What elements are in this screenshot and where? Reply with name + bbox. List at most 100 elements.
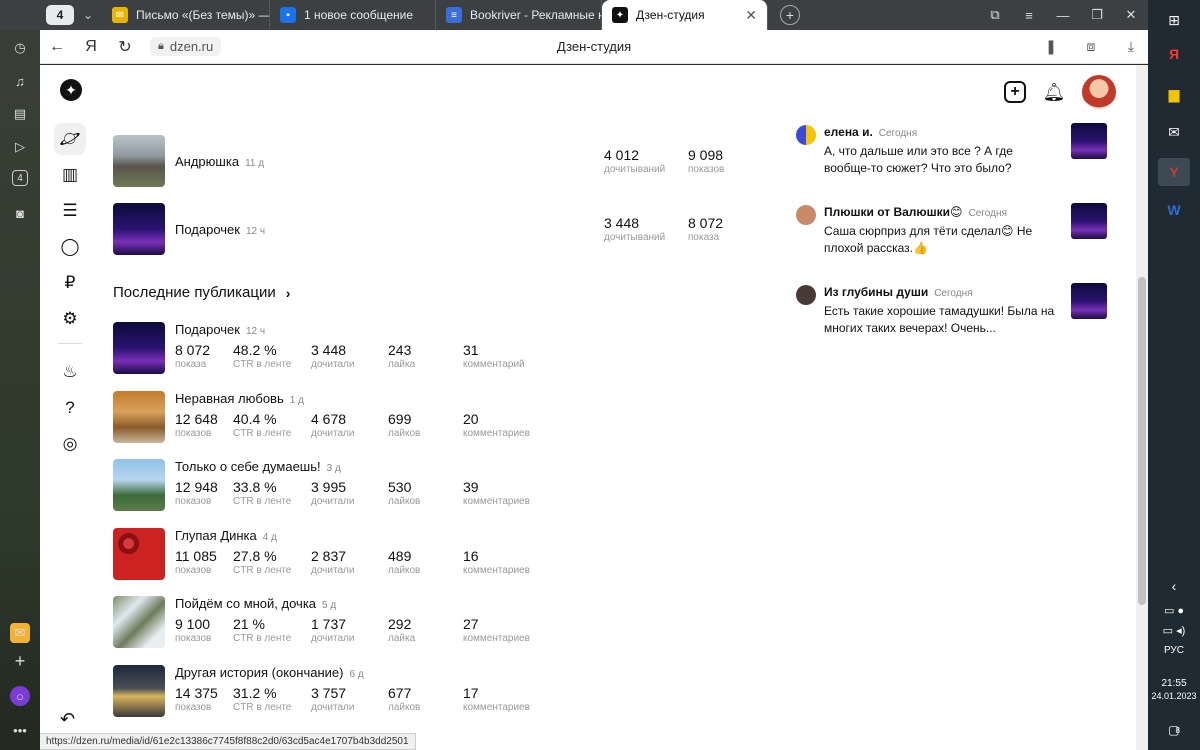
likes-label: лайков bbox=[388, 496, 421, 507]
collections-icon[interactable]: ⧉ bbox=[978, 7, 1012, 23]
publication-row[interactable]: Глупая Динка 4 д 11 085 показов 27.8 % CTR в … bbox=[113, 527, 633, 586]
play-icon[interactable]: ▷ bbox=[10, 137, 30, 157]
likes-value: 243 bbox=[388, 342, 412, 358]
views-value: 9 098 bbox=[688, 147, 724, 163]
tab-mail[interactable]: ✉ Письмо «(Без темы)» — M bbox=[102, 0, 270, 30]
comments-stat: 17 комментариев bbox=[463, 685, 530, 713]
dzen-logo-icon[interactable]: ✦ bbox=[60, 79, 82, 101]
comments-icon[interactable]: ◯ bbox=[54, 231, 86, 263]
publication-row[interactable]: Неравная любовь 1 д 12 648 показов 40.4 % CTR… bbox=[113, 390, 633, 449]
reads-stat: 1 737 дочитали bbox=[311, 616, 354, 644]
publication-title-text: Пойдём со мной, дочка bbox=[175, 596, 317, 611]
browser-sidebar: ◷ ♫ ▤ ▷ 4 ◙ ✉ + ○ ••• bbox=[0, 0, 40, 750]
comments-value: 31 bbox=[463, 342, 479, 358]
views-label: показов bbox=[175, 427, 212, 439]
comments-label: комментариев bbox=[463, 496, 530, 507]
mail-icon[interactable]: ✉ bbox=[1158, 118, 1190, 146]
close-window-icon[interactable]: ✕ bbox=[1114, 7, 1148, 23]
views-stat: 14 375 показов bbox=[175, 685, 218, 713]
page-scrollbar[interactable] bbox=[1136, 65, 1148, 750]
history-icon[interactable]: ◷ bbox=[10, 38, 30, 58]
fire-icon[interactable]: ♨ bbox=[54, 356, 86, 388]
views-stat: 8 072 показа bbox=[175, 342, 210, 370]
notifications-bell-icon[interactable]: 🔔︎ bbox=[1042, 80, 1066, 104]
stats-icon[interactable]: ▥ bbox=[54, 159, 86, 191]
publication-thumbnail bbox=[113, 322, 165, 374]
reload-icon[interactable]: ↻ bbox=[108, 37, 142, 57]
publication-thumbnail bbox=[113, 390, 165, 443]
minimize-icon[interactable]: — bbox=[1046, 8, 1080, 23]
new-tab-button[interactable]: + bbox=[780, 5, 800, 25]
publication-row[interactable]: Подарочек 12 ч 8 072 показа 48.2 % CTR в лент… bbox=[113, 322, 633, 380]
views-stat: 9 100 показов bbox=[175, 616, 211, 644]
studio-sidebar: 🪐︎ ▥ ☰ ◯ ₽ ⚙ ♨ ? ◎ bbox=[54, 123, 86, 464]
scrollbar-thumb[interactable] bbox=[1138, 277, 1146, 605]
menu-icon[interactable]: ≡ bbox=[1012, 8, 1046, 23]
views-label: показа bbox=[688, 232, 720, 243]
screenshot-icon[interactable]: ◙ bbox=[10, 203, 30, 223]
restore-icon[interactable]: ❐ bbox=[1080, 7, 1114, 23]
tab-bookriver[interactable]: ≡ Bookriver - Рекламные ка bbox=[436, 0, 602, 30]
publication-row[interactable]: Другая история (окончание) 6 д 14 375 показ… bbox=[113, 664, 633, 723]
comment-publication-thumbnail[interactable] bbox=[1071, 203, 1107, 239]
clock-date[interactable]: 24.01.2023 bbox=[1148, 691, 1200, 701]
views-value: 11 085 bbox=[175, 547, 217, 564]
undo-icon[interactable]: ↶ bbox=[60, 709, 75, 730]
file-explorer-icon[interactable]: ▆ bbox=[1158, 80, 1190, 108]
ruble-icon[interactable]: ₽ bbox=[54, 267, 86, 299]
chat-icon[interactable]: ◎ bbox=[54, 428, 86, 460]
close-tab-icon[interactable]: ✕ bbox=[735, 7, 757, 24]
create-publication-button[interactable]: + bbox=[1004, 81, 1026, 103]
yandex-app-icon[interactable]: Y bbox=[1158, 158, 1190, 186]
chevron-down-icon[interactable]: ⌄ bbox=[78, 5, 98, 25]
help-icon[interactable]: ? bbox=[54, 392, 86, 424]
settings-gear-icon[interactable]: ⚙ bbox=[54, 303, 86, 335]
publication-title: Пойдём со мной, дочка 5 д bbox=[175, 596, 336, 611]
likes-value: 677 bbox=[388, 684, 412, 701]
tab-count-button[interactable]: 4 bbox=[46, 5, 74, 25]
views-label: показов bbox=[175, 496, 212, 507]
word-icon[interactable]: W bbox=[1158, 196, 1190, 224]
comment-publication-thumbnail[interactable] bbox=[1071, 283, 1107, 319]
comments-value: 20 bbox=[463, 410, 479, 427]
planet-icon[interactable]: 🪐︎ bbox=[54, 123, 86, 155]
url-field[interactable]: 🔒︎ dzen.ru bbox=[150, 37, 222, 56]
clock-time[interactable]: 21:55 bbox=[1148, 678, 1200, 689]
download-icon[interactable]: ⤓ bbox=[1114, 38, 1148, 55]
mail-app-icon[interactable]: ✉ bbox=[10, 623, 30, 643]
publication-thumbnail bbox=[113, 459, 165, 511]
extensions-icon[interactable]: ⧈ bbox=[1074, 38, 1108, 55]
comments-value: 16 bbox=[463, 547, 479, 564]
more-icon[interactable]: ••• bbox=[10, 720, 30, 740]
header-actions: + 🔔︎ bbox=[1004, 75, 1116, 109]
recent-publications-heading[interactable]: Последние публикации › bbox=[113, 284, 290, 301]
reads-label: дочитываний bbox=[604, 232, 666, 243]
bookmark-icon[interactable]: ❚ bbox=[1034, 38, 1068, 55]
yandex-icon[interactable]: Я bbox=[74, 38, 108, 56]
tab-dzen-studio[interactable]: ✦ Дзен-студия ✕ bbox=[602, 0, 768, 30]
publication-row[interactable]: Пойдём со мной, дочка 5 д 9 100 показов 21 %… bbox=[113, 596, 633, 654]
publications-icon[interactable]: ☰ bbox=[54, 195, 86, 227]
notification-center-icon[interactable]: ▢ 8 bbox=[1158, 716, 1190, 744]
bell-icon[interactable]: ♫ bbox=[10, 71, 30, 91]
add-panel-icon[interactable]: + bbox=[10, 651, 30, 671]
publication-row[interactable]: Только о себе думаешь! 3 д 12 948 показов 33… bbox=[113, 459, 633, 517]
reads-value: 4 012 bbox=[604, 147, 640, 163]
windows-start-icon[interactable]: ⊞ bbox=[1158, 6, 1190, 34]
alice-icon[interactable]: ○ bbox=[10, 686, 30, 706]
notes-icon[interactable]: ▤ bbox=[10, 104, 30, 124]
user-avatar[interactable] bbox=[1082, 75, 1116, 109]
reads-stat: 3 448 дочитываний bbox=[604, 215, 665, 243]
network-volume-icon[interactable]: ▭ ◂) bbox=[1158, 616, 1190, 644]
yandex-browser-icon[interactable]: Я bbox=[1158, 40, 1190, 68]
tab-messages[interactable]: ▪ 1 новое сообщение bbox=[270, 0, 436, 30]
comment-publication-thumbnail[interactable] bbox=[1071, 123, 1107, 159]
publication-age: 12 ч bbox=[245, 225, 266, 237]
publication-age: 11 д bbox=[245, 157, 265, 169]
back-icon[interactable]: ← bbox=[40, 38, 74, 56]
publication-age: 6 д bbox=[349, 668, 364, 680]
language-indicator[interactable]: РУС bbox=[1148, 645, 1200, 656]
comments-stat: 27 комментариев bbox=[463, 616, 530, 644]
tabs-badge-icon[interactable]: 4 bbox=[12, 170, 28, 186]
ctr-stat: 21 % CTR в ленте bbox=[233, 616, 291, 644]
